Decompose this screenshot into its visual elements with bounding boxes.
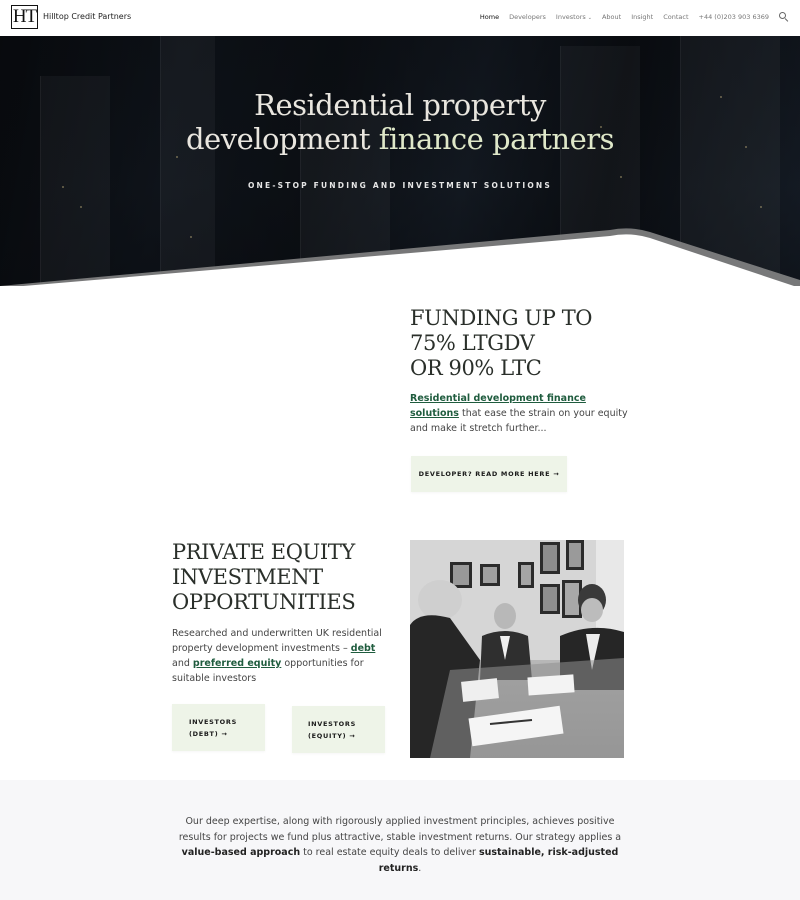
pe-text-and: and (172, 658, 193, 669)
philosophy-text: Our deep expertise, along with rigorousl… (170, 814, 630, 876)
hero-window (620, 176, 622, 178)
developer-read-more-button[interactable]: DEVELOPER? READ MORE HERE → (411, 456, 567, 492)
investors-debt-line2: (DEBT) → (189, 730, 228, 738)
hero-title: Residential property development finance… (0, 88, 800, 156)
nav-investors[interactable]: Investors ⌄ (556, 13, 592, 21)
private-equity-description: Researched and underwritten UK residenti… (172, 626, 392, 686)
philosophy-text-3: . (418, 862, 422, 874)
meeting-photo (410, 540, 624, 758)
nav-phone[interactable]: +44 (0)203 903 6369 (699, 13, 769, 21)
investors-debt-button[interactable]: INVESTORS (DEBT) → (172, 704, 265, 751)
investors-debt-line1: INVESTORS (189, 718, 237, 726)
funding-heading-line1: FUNDING UP TO (410, 306, 593, 330)
nav-investors-label: Investors (555, 12, 586, 21)
philosophy-bold-1: value-based approach (181, 847, 301, 858)
preferred-equity-link[interactable]: preferred equity (193, 658, 281, 669)
hero-window (176, 156, 178, 158)
hero-title-line2-a: development (185, 122, 379, 156)
philosophy-section: Our deep expertise, along with rigorousl… (0, 780, 800, 900)
nav-contact[interactable]: Contact (663, 13, 688, 21)
investors-equity-line2: (EQUITY) → (308, 732, 356, 740)
logo-mark[interactable]: HT (11, 5, 38, 29)
hero-window (760, 206, 762, 208)
pe-heading-line3: OPPORTUNITIES (172, 590, 356, 614)
philosophy-text-2: to real estate equity deals to deliver (300, 847, 479, 858)
hero-banner: Residential property development finance… (0, 36, 800, 286)
hero-title-line1: Residential property (254, 88, 546, 122)
pe-heading-line1: PRIVATE EQUITY (172, 540, 355, 564)
brand-name[interactable]: Hilltop Credit Partners (43, 12, 131, 21)
private-equity-heading: PRIVATE EQUITY INVESTMENT OPPORTUNITIES (172, 540, 402, 615)
hero-title-accent: finance partners (378, 122, 615, 156)
pe-heading-line2: INVESTMENT (172, 565, 323, 589)
site-header: HT Hilltop Credit Partners Home Develope… (0, 0, 800, 36)
philosophy-text-1: Our deep expertise, along with rigorousl… (178, 816, 622, 843)
hero-wave-divider (0, 228, 800, 286)
nav-about[interactable]: About (602, 13, 621, 21)
funding-heading-line2: 75% LTGDV (410, 331, 535, 355)
meeting-photo-illustration (410, 540, 624, 758)
hero-title-line2: development finance partners (0, 122, 800, 156)
chevron-down-icon: ⌄ (587, 14, 592, 21)
hero-subtitle: ONE-STOP FUNDING AND INVESTMENT SOLUTION… (247, 181, 552, 190)
search-icon[interactable] (779, 12, 788, 21)
funding-heading: FUNDING UP TO 75% LTGDV OR 90% LTC (410, 306, 670, 381)
hero-window (80, 206, 82, 208)
nav-home[interactable]: Home (480, 13, 499, 21)
funding-heading-line3: OR 90% LTC (410, 356, 542, 380)
nav-insight[interactable]: Insight (631, 13, 653, 21)
investors-equity-button[interactable]: INVESTORS (EQUITY) → (292, 706, 385, 753)
funding-description: Residential development finance solution… (410, 391, 635, 436)
debt-link[interactable]: debt (351, 643, 376, 654)
investors-equity-line1: INVESTORS (308, 720, 356, 728)
nav-developers[interactable]: Developers (509, 13, 546, 21)
main-nav: Home Developers Investors ⌄ About Insight… (470, 12, 788, 21)
